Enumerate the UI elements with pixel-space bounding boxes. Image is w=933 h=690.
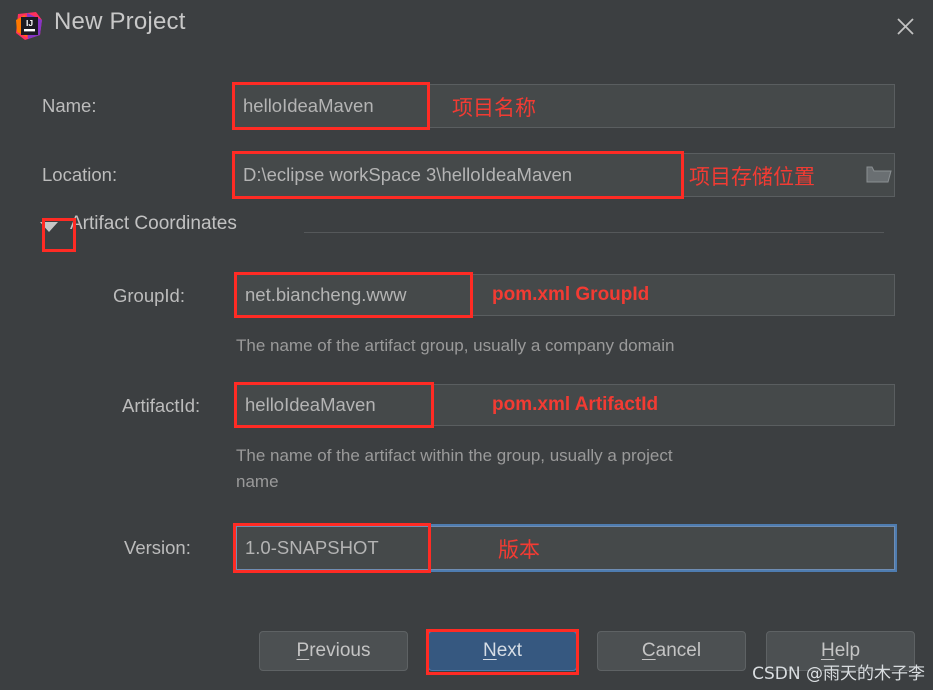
next-mnemonic: N [482,640,497,661]
next-button-label: Next [482,640,523,661]
group-id-label: GroupId: [113,285,185,306]
artifact-id-annotation: pom.xml ArtifactId [492,394,659,415]
version-input-value: 1.0-SNAPSHOT [245,537,379,558]
cancel-button[interactable]: Cancel [597,631,746,671]
previous-button-label: Previous [296,640,371,661]
section-divider [304,232,884,233]
version-label: Version: [124,537,191,558]
name-label: Name: [42,95,97,116]
previous-button[interactable]: Previous [259,631,408,671]
folder-icon[interactable] [861,156,897,192]
name-input[interactable]: helloIdeaMaven [234,84,895,128]
name-input-value: helloIdeaMaven [243,95,374,116]
location-input-value: D:\eclipse workSpace 3\helloIdeaMaven [243,164,573,185]
location-label: Location: [42,164,118,185]
cancel-mnemonic: C [641,640,656,661]
version-input[interactable]: 1.0-SNAPSHOT [236,526,895,570]
watermark: CSDN @雨天的木子李 [752,664,925,684]
artifact-id-hint: The name of the artifact within the grou… [236,446,673,491]
version-annotation: 版本 [498,538,540,562]
close-icon[interactable] [887,8,923,44]
help-mnemonic: H [820,640,835,661]
group-id-hint: The name of the artifact group, usually … [236,336,675,355]
artifact-id-input-value: helloIdeaMaven [245,394,376,415]
artifact-id-label: ArtifactId: [122,395,201,416]
group-id-input-value: net.biancheng.www [245,284,407,305]
svg-text:IJ: IJ [26,18,33,28]
triangle-down-icon[interactable] [40,222,58,232]
next-button[interactable]: Next [428,631,577,671]
title-bar: IJ New Project [0,0,933,52]
artifact-coordinates-title: Artifact Coordinates [70,213,237,234]
group-id-annotation: pom.xml GroupId [492,284,650,305]
new-project-dialog: IJ New Project Name: helloIdeaMaven 项目名称… [0,0,933,690]
page-title: New Project [54,8,186,35]
location-annotation: 项目存储位置 [689,165,815,189]
previous-mnemonic: P [296,640,310,661]
intellij-idea-icon: IJ [14,11,44,41]
cancel-button-label: Cancel [641,640,702,661]
name-annotation: 项目名称 [452,96,536,120]
